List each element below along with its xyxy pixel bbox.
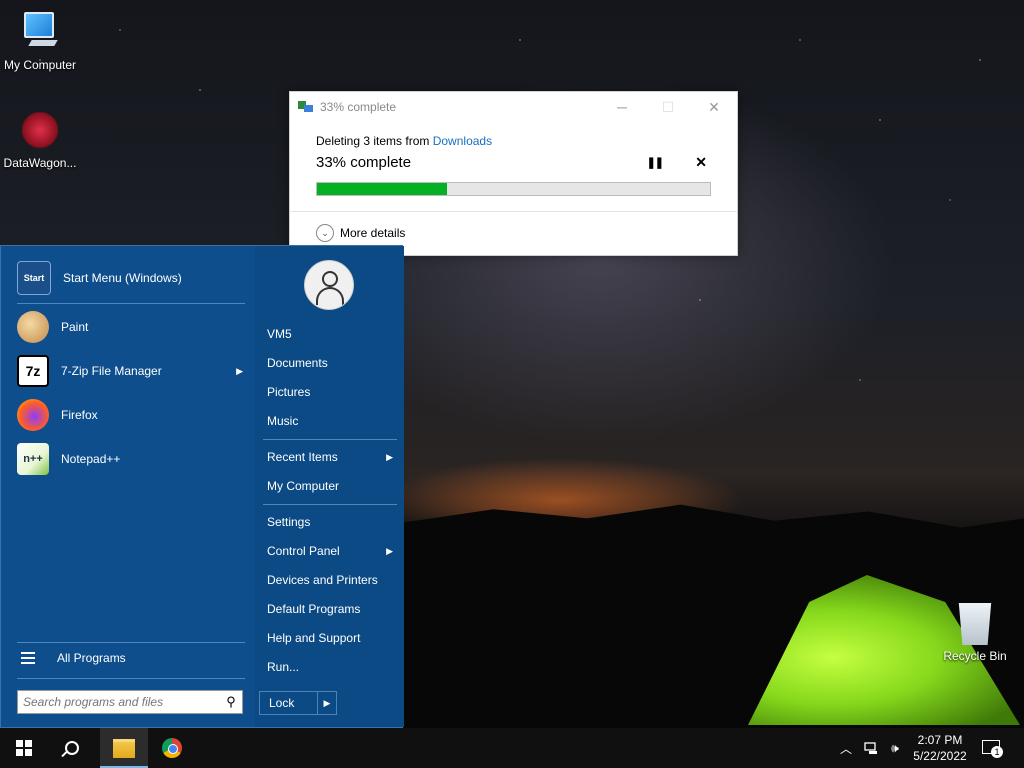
firefox-icon bbox=[17, 399, 49, 431]
program-firefox[interactable]: Firefox bbox=[17, 397, 245, 433]
program-label: Notepad++ bbox=[61, 452, 121, 466]
place-pictures[interactable]: Pictures bbox=[267, 382, 393, 402]
divider bbox=[290, 211, 737, 212]
paint-icon bbox=[17, 311, 49, 343]
list-icon bbox=[21, 652, 35, 664]
chevron-down-icon: ⌄ bbox=[316, 224, 334, 242]
desktop-icon-datawagon[interactable]: DataWagon... bbox=[0, 108, 80, 170]
desktop-icon-recycle-bin[interactable]: Recycle Bin bbox=[935, 603, 1015, 663]
taskbar: ︿ 🕪 2:07 PM 5/22/2022 1 bbox=[0, 728, 1024, 768]
place-documents[interactable]: Documents bbox=[267, 353, 393, 373]
place-run[interactable]: Run... bbox=[267, 657, 393, 677]
more-details-toggle[interactable]: ⌄ More details bbox=[316, 224, 405, 242]
lock-button[interactable]: Lock bbox=[260, 696, 317, 710]
desktop-icon-label: DataWagon... bbox=[3, 156, 77, 170]
user-avatar[interactable] bbox=[304, 260, 354, 310]
submenu-arrow-icon: ▶ bbox=[386, 546, 393, 556]
place-label: Recent Items bbox=[267, 450, 338, 464]
program-label: 7-Zip File Manager bbox=[61, 364, 162, 378]
taskbar-chrome[interactable] bbox=[148, 728, 196, 768]
place-help-and-support[interactable]: Help and Support bbox=[267, 628, 393, 648]
search-box[interactable]: ⚲ bbox=[17, 690, 243, 714]
windows-logo-icon bbox=[16, 740, 32, 756]
datawagon-icon bbox=[18, 108, 62, 152]
place-control-panel[interactable]: Control Panel ▶ bbox=[267, 541, 393, 561]
divider bbox=[263, 439, 397, 440]
program-7zip[interactable]: 7z 7-Zip File Manager ▶ bbox=[17, 353, 245, 389]
network-icon[interactable] bbox=[860, 728, 884, 768]
taskbar-clock[interactable]: 2:07 PM 5/22/2022 bbox=[906, 728, 974, 768]
volume-icon[interactable]: 🕪 bbox=[884, 728, 906, 768]
place-label: Control Panel bbox=[267, 544, 340, 558]
divider bbox=[17, 303, 245, 304]
7zip-icon: 7z bbox=[17, 355, 49, 387]
program-start-menu-windows[interactable]: Start Start Menu (Windows) bbox=[17, 260, 245, 296]
show-hidden-icons-button[interactable]: ︿ bbox=[836, 728, 856, 768]
desktop-icon-label: Recycle Bin bbox=[943, 649, 1007, 663]
program-notepadpp[interactable]: n++ Notepad++ bbox=[17, 441, 245, 477]
stop-button[interactable]: ✕ bbox=[695, 154, 707, 171]
program-label: Start Menu (Windows) bbox=[63, 271, 182, 285]
start-menu-icon: Start bbox=[17, 261, 51, 295]
search-input[interactable] bbox=[18, 694, 220, 710]
program-label: Paint bbox=[61, 320, 89, 334]
power-options-arrow[interactable]: ▶ bbox=[318, 698, 336, 709]
taskbar-search-button[interactable] bbox=[48, 728, 96, 768]
place-default-programs[interactable]: Default Programs bbox=[267, 599, 393, 619]
recycle-bin-icon bbox=[958, 603, 992, 645]
more-details-label: More details bbox=[340, 226, 406, 240]
operation-text: Deleting 3 items from bbox=[316, 134, 433, 148]
progress-bar bbox=[316, 182, 711, 196]
delete-progress-dialog: 33% complete ─ ☐ ✕ Deleting 3 items from… bbox=[289, 91, 738, 256]
notification-count-badge: 1 bbox=[991, 746, 1003, 758]
operation-description: Deleting 3 items from Downloads bbox=[316, 134, 711, 148]
file-explorer-icon bbox=[113, 738, 135, 758]
program-label: Firefox bbox=[61, 408, 98, 422]
clock-time: 2:07 PM bbox=[917, 733, 963, 747]
progress-bar-fill bbox=[317, 183, 447, 195]
program-paint[interactable]: Paint bbox=[17, 309, 245, 345]
search-icon[interactable]: ⚲ bbox=[220, 694, 242, 710]
taskbar-file-explorer[interactable] bbox=[100, 728, 148, 768]
location-link[interactable]: Downloads bbox=[433, 134, 492, 148]
minimize-button[interactable]: ─ bbox=[599, 92, 645, 122]
desktop-icon-label: My Computer bbox=[3, 58, 77, 72]
place-user-folder[interactable]: VM5 bbox=[267, 324, 393, 344]
lock-button-group: Lock ▶ bbox=[259, 691, 337, 715]
action-center-button[interactable]: 1 bbox=[980, 736, 1004, 760]
divider bbox=[263, 504, 397, 505]
submenu-arrow-icon: ▶ bbox=[386, 452, 393, 462]
place-devices-and-printers[interactable]: Devices and Printers bbox=[267, 570, 393, 590]
search-icon bbox=[65, 741, 79, 755]
maximize-button: ☐ bbox=[661, 98, 675, 115]
pause-button[interactable]: ❚❚ bbox=[647, 156, 664, 169]
close-button[interactable]: ✕ bbox=[691, 92, 737, 122]
divider bbox=[17, 642, 245, 643]
start-menu: Start Start Menu (Windows) Paint 7z 7-Zi… bbox=[0, 245, 404, 728]
place-music[interactable]: Music bbox=[267, 411, 393, 431]
all-programs-button[interactable]: All Programs bbox=[17, 651, 126, 665]
clock-date: 5/22/2022 bbox=[913, 749, 967, 763]
progress-status: 33% complete bbox=[316, 154, 412, 171]
all-programs-label: All Programs bbox=[57, 651, 126, 665]
start-button[interactable] bbox=[0, 728, 48, 768]
notepadpp-icon: n++ bbox=[17, 443, 49, 475]
computer-icon bbox=[18, 10, 62, 54]
dialog-title: 33% complete bbox=[320, 100, 397, 114]
place-settings[interactable]: Settings bbox=[267, 512, 393, 532]
desktop-icon-my-computer[interactable]: My Computer bbox=[0, 10, 80, 72]
divider bbox=[17, 678, 245, 679]
chrome-icon bbox=[162, 738, 182, 758]
place-recent-items[interactable]: Recent Items ▶ bbox=[267, 447, 393, 467]
submenu-arrow-icon: ▶ bbox=[236, 365, 243, 376]
place-my-computer[interactable]: My Computer bbox=[267, 476, 393, 496]
file-operation-icon bbox=[298, 101, 314, 113]
